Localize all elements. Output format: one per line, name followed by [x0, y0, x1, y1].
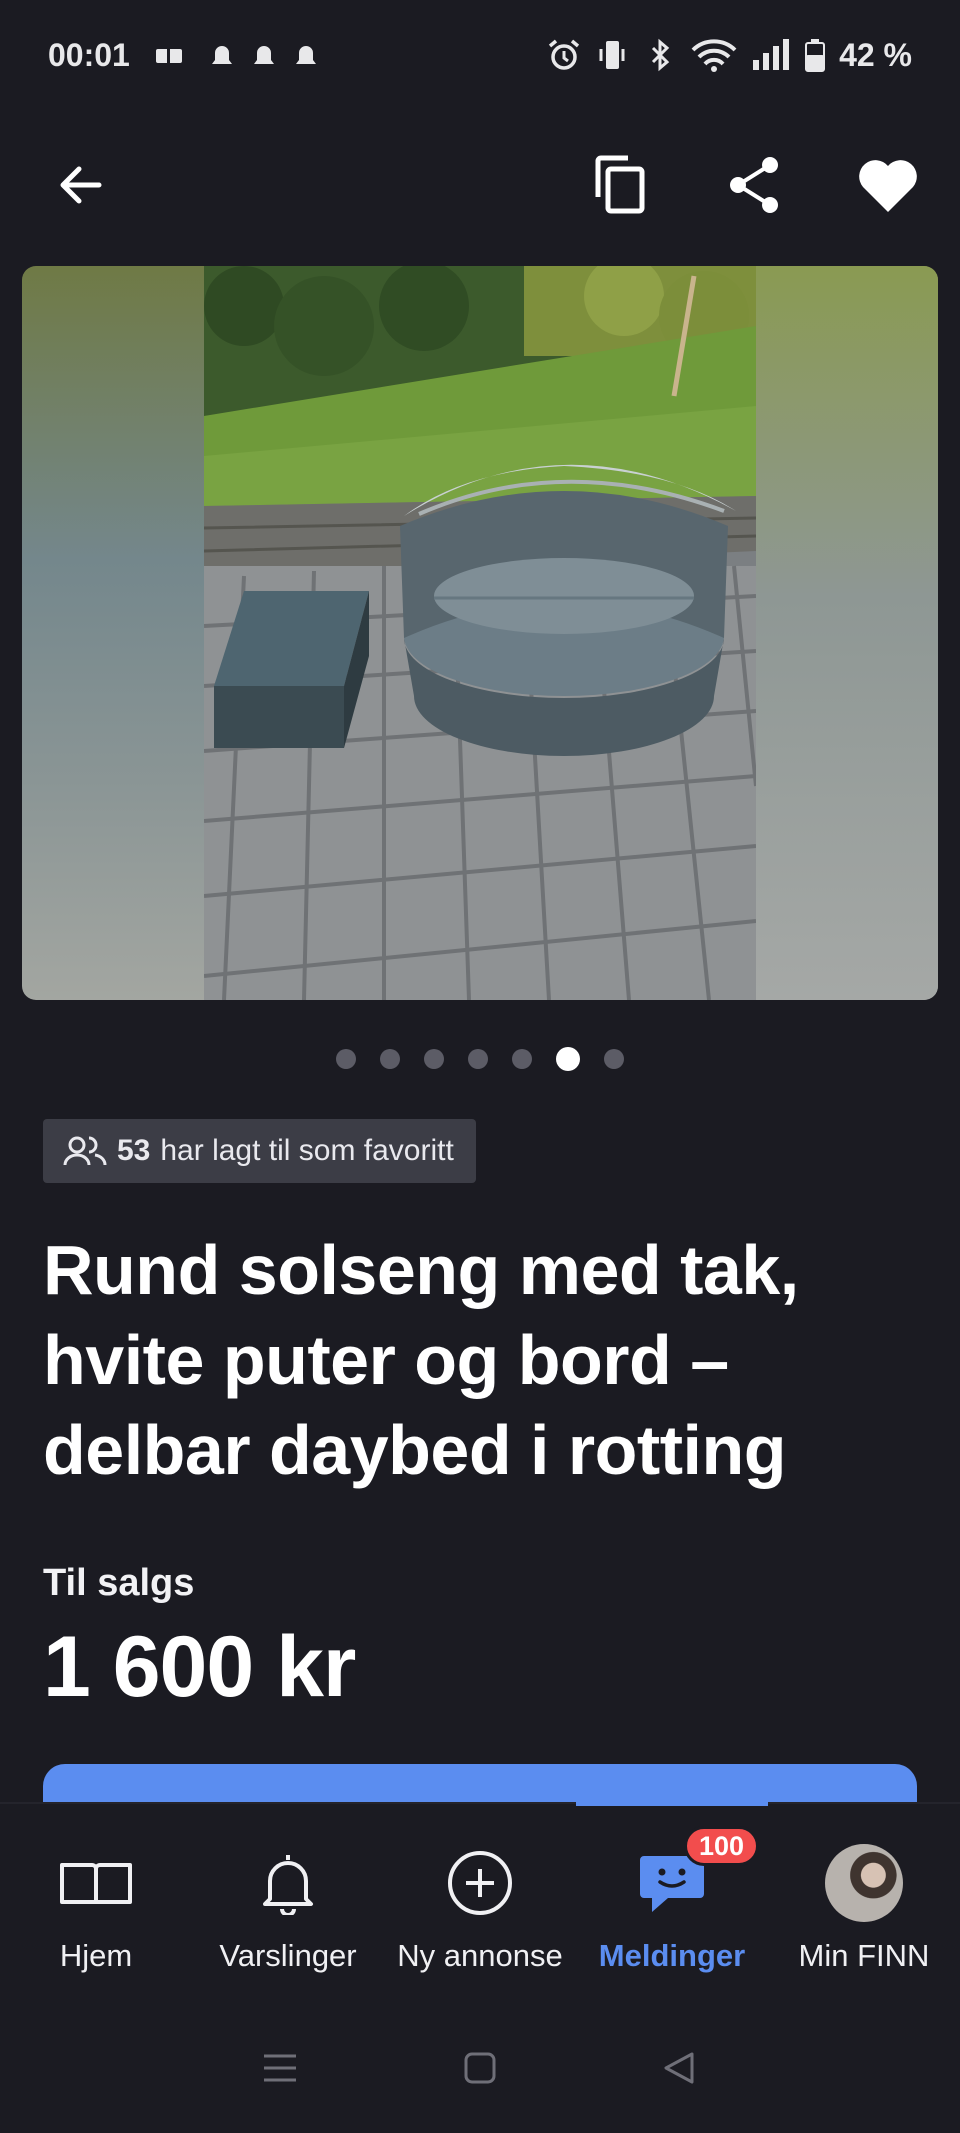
sale-label: Til salgs	[43, 1562, 195, 1604]
nav-item-varslinger[interactable]: Varslinger	[192, 1804, 384, 2002]
status-time: 00:01	[48, 36, 130, 73]
battery-percent: 42 %	[839, 36, 912, 73]
heart-icon	[859, 160, 917, 212]
nav-label: Ny annonse	[397, 1938, 563, 1973]
favorites-count: 53	[117, 1134, 151, 1167]
wifi-icon	[691, 39, 737, 72]
status-right: 42 %	[547, 37, 912, 74]
home-icon[interactable]	[460, 2048, 500, 2088]
nav-label: Min FINN	[798, 1938, 930, 1973]
nav-item-hjem[interactable]: Hjem	[0, 1804, 192, 2002]
gallery-dot[interactable]	[424, 1049, 444, 1069]
nav-label: Hjem	[59, 1938, 133, 1973]
signal-icon	[753, 39, 790, 70]
listing-price: 1 600 kr	[43, 1619, 356, 1715]
copy-button[interactable]	[588, 153, 652, 217]
system-navigation-bar	[0, 2002, 960, 2133]
primary-action-button[interactable]	[43, 1764, 917, 1804]
gallery-backdrop	[756, 266, 938, 1000]
arrow-left-icon	[60, 166, 102, 204]
top-app-bar	[0, 110, 960, 260]
gallery-dot[interactable]	[512, 1049, 532, 1069]
gallery-dot-active[interactable]	[556, 1047, 580, 1071]
nav-item-min-finn[interactable]: Min FINN	[768, 1804, 960, 2002]
gallery-dot[interactable]	[468, 1049, 488, 1069]
bottom-navigation: Hjem Varslinger Ny annonse 100 Meldinger…	[0, 1800, 960, 2002]
favorites-count-badge: 53 har lagt til som favoritt	[43, 1119, 476, 1183]
status-left: 00:01	[48, 37, 324, 74]
battery-icon	[805, 39, 826, 72]
recent-apps-icon[interactable]	[260, 2048, 300, 2088]
alarm-icon	[548, 39, 580, 70]
vibrate-icon	[599, 41, 625, 69]
copy-icon	[595, 155, 645, 214]
listing-title: Rund solseng med tak, hvite puter og bor…	[43, 1231, 799, 1489]
nav-label: Meldinger	[598, 1938, 746, 1973]
plus-circle-icon	[448, 1851, 512, 1915]
avatar	[825, 1844, 903, 1922]
nav-label: Varslinger	[219, 1938, 357, 1973]
unread-badge: 100	[684, 1826, 760, 1866]
favorites-text: har lagt til som favoritt	[160, 1134, 454, 1167]
share-icon	[730, 157, 778, 213]
nav-item-ny-annonse[interactable]: Ny annonse	[384, 1804, 576, 2002]
gallery-dot[interactable]	[604, 1049, 624, 1069]
listing-photo[interactable]	[204, 266, 756, 1000]
bell-icon	[263, 1855, 313, 1915]
gallery-pagination	[0, 1046, 960, 1072]
gallery-dot[interactable]	[336, 1049, 356, 1069]
bluetooth-icon	[652, 38, 670, 72]
favorite-button[interactable]	[856, 153, 920, 217]
image-gallery[interactable]	[22, 266, 938, 1000]
share-button[interactable]	[722, 153, 786, 217]
book-icon	[60, 1863, 132, 1904]
back-button[interactable]	[48, 153, 112, 217]
status-bar: 00:01 42 %	[0, 0, 960, 110]
notification-icon	[155, 46, 316, 64]
nav-item-meldinger[interactable]: 100 Meldinger	[576, 1804, 768, 2002]
people-icon	[63, 1136, 107, 1166]
daybed-photo-illustration	[204, 266, 756, 1000]
gallery-dot[interactable]	[380, 1049, 400, 1069]
back-nav-icon[interactable]	[660, 2048, 700, 2088]
top-actions	[588, 153, 920, 217]
